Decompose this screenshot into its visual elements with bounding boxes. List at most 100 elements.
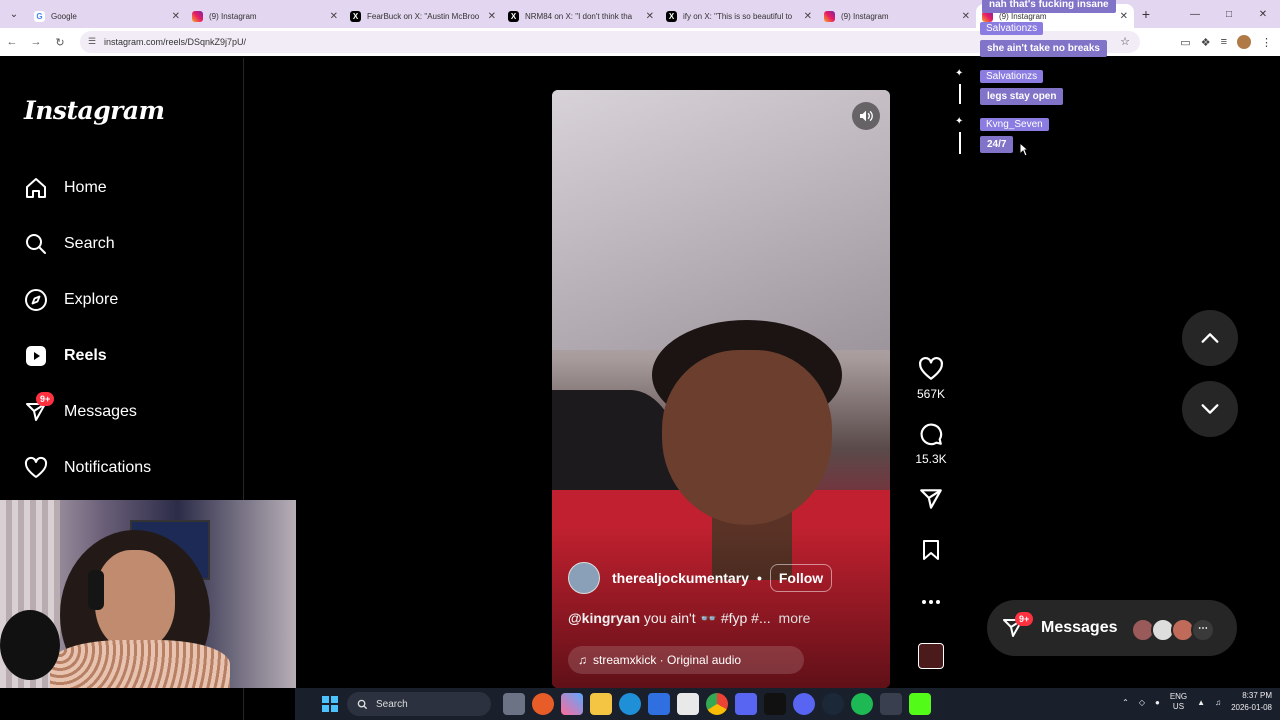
minimize-icon[interactable]: — [1178,9,1212,20]
close-icon[interactable]: ✕ [330,11,338,22]
chevron-down-icon [1201,404,1219,414]
browser-tab[interactable]: G Google ✕ [28,4,186,28]
sidebar-item-label: Home [64,179,107,196]
url-text: instagram.com/reels/DSqnkZ9j7pU/ [104,37,247,47]
audio-toggle-button[interactable] [852,102,880,130]
chat-username: Salvationzs [980,22,1044,35]
video-face [662,350,832,525]
save-action [910,538,952,565]
teams-icon[interactable] [735,693,757,715]
cast-icon[interactable]: ▭ [1180,36,1190,49]
close-icon[interactable]: ✕ [804,11,812,22]
taskbar-apps [503,693,931,715]
mouse-cursor-icon [1019,142,1029,157]
browser-tab[interactable]: X NRM84 on X: "I don't think tha ✕ [502,4,660,28]
sidebar-item-messages[interactable]: 9+ Messages [24,392,137,428]
spotify-icon[interactable] [851,693,873,715]
tab-search-button[interactable]: ⌄ [0,0,28,28]
messages-drawer-button[interactable]: 9+ Messages ⋯ [987,600,1237,656]
home-icon [24,176,48,200]
chevron-up-icon[interactable]: ⌃ [1122,698,1129,707]
caption-more-link[interactable]: more [779,610,811,626]
taskbar-search[interactable]: Search [347,692,491,716]
browser-tab[interactable]: X FearBuck on X: "Austin McBroo ✕ [344,4,502,28]
browser-tab[interactable]: X ify on X: "This is so beautiful to ✕ [660,4,818,28]
maximize-icon[interactable]: □ [1212,9,1246,20]
sidebar-item-explore[interactable]: Explore [24,284,118,316]
new-tab-button[interactable]: + [1134,6,1158,22]
extensions-icon[interactable]: ❖ [1201,36,1211,49]
bookmark-icon[interactable] [919,538,943,562]
file-icon[interactable] [503,693,525,715]
network-icon[interactable]: ◇ [1139,698,1145,707]
reel-video[interactable]: therealjockumentary • Follow @kingryan y… [552,90,890,688]
heart-icon[interactable] [918,356,944,382]
app-icon[interactable] [532,693,554,715]
chat-message: she ain't take no breaks [980,40,1107,57]
comment-action: 15.3K [910,421,952,466]
close-window-icon[interactable]: ✕ [1246,9,1280,20]
folder-icon[interactable] [590,693,612,715]
windows-start-icon[interactable] [322,696,338,712]
profile-avatar[interactable] [1237,35,1251,49]
back-icon[interactable]: ← [0,36,24,48]
app-icon[interactable] [880,693,902,715]
reel-caption: @kingryan you ain't 👓 #fyp #... more [568,610,810,627]
tiktok-icon[interactable] [764,693,786,715]
wifi-icon[interactable]: ▲ [1197,698,1205,707]
close-icon[interactable]: ✕ [646,11,654,22]
compass-icon [24,288,48,312]
sidebar-item-search[interactable]: Search [24,228,115,260]
kebab-menu-icon[interactable]: ⋮ [1261,36,1272,49]
sidebar-item-home[interactable]: Home [24,172,107,204]
discord-icon[interactable] [793,693,815,715]
comment-icon[interactable] [918,421,944,447]
previous-reel-button[interactable] [1182,310,1238,366]
caption-mention[interactable]: @kingryan [568,610,640,626]
volume-icon[interactable]: ♫ [1215,698,1221,707]
edge-icon[interactable] [619,693,641,715]
tab-groups-icon[interactable]: ≡ [1221,36,1227,48]
language-indicator[interactable]: ENG US [1170,692,1187,712]
audio-thumbnail[interactable] [918,643,944,669]
more-action [910,592,952,615]
microphone-icon[interactable]: ● [1155,698,1160,707]
notification-badge: 9+ [36,392,55,406]
chat-message: 24/7 [980,136,1014,153]
more-options-icon[interactable] [919,592,943,612]
clock-time: 8:37 PM [1242,691,1272,700]
screen: ⌄ G Google ✕ (9) Instagram ✕ X FearBuck … [0,0,1280,720]
copilot-icon[interactable] [561,693,583,715]
reel-audio-chip[interactable]: ♫ streamxkick · Original audio [568,646,804,674]
browser-tab[interactable]: (9) Instagram ✕ [818,4,976,28]
author-avatar[interactable] [568,562,600,594]
heart-icon [24,456,48,480]
speaker-icon [860,110,873,122]
taskbar-clock[interactable]: 8:37 PM 2026-01-08 [1231,690,1272,714]
more-avatars-icon: ⋯ [1191,618,1215,642]
instagram-logo[interactable]: Instagram [24,96,165,125]
tab-title: ify on X: "This is so beautiful to [683,11,793,21]
chrome-icon[interactable] [706,693,728,715]
store-icon[interactable] [677,693,699,715]
music-note-icon: ♫ [578,653,587,667]
browser-tab[interactable]: (9) Instagram ✕ [186,4,344,28]
editor-icon[interactable] [648,693,670,715]
sidebar-item-reels[interactable]: Reels [24,340,107,372]
share-icon[interactable] [918,486,944,512]
tab-title: (9) Instagram [209,11,257,21]
close-icon[interactable]: ✕ [488,11,496,22]
forward-icon[interactable]: → [24,36,48,48]
messenger-icon: 9+ [24,392,55,424]
sidebar-item-notifications[interactable]: Notifications [24,452,151,484]
stream-chat-overlay: nah that's fucking insane Salvationzs sh… [954,0,1124,160]
close-icon[interactable]: ✕ [172,11,180,22]
kick-icon[interactable] [909,693,931,715]
site-info-icon[interactable]: ☰ [88,36,98,47]
reload-icon[interactable]: ↻ [48,36,72,49]
steam-icon[interactable] [822,693,844,715]
next-reel-button[interactable] [1182,381,1238,437]
x-icon: X [508,10,519,22]
author-username[interactable]: therealjockumentary [612,570,749,586]
follow-button[interactable]: Follow [769,564,833,592]
